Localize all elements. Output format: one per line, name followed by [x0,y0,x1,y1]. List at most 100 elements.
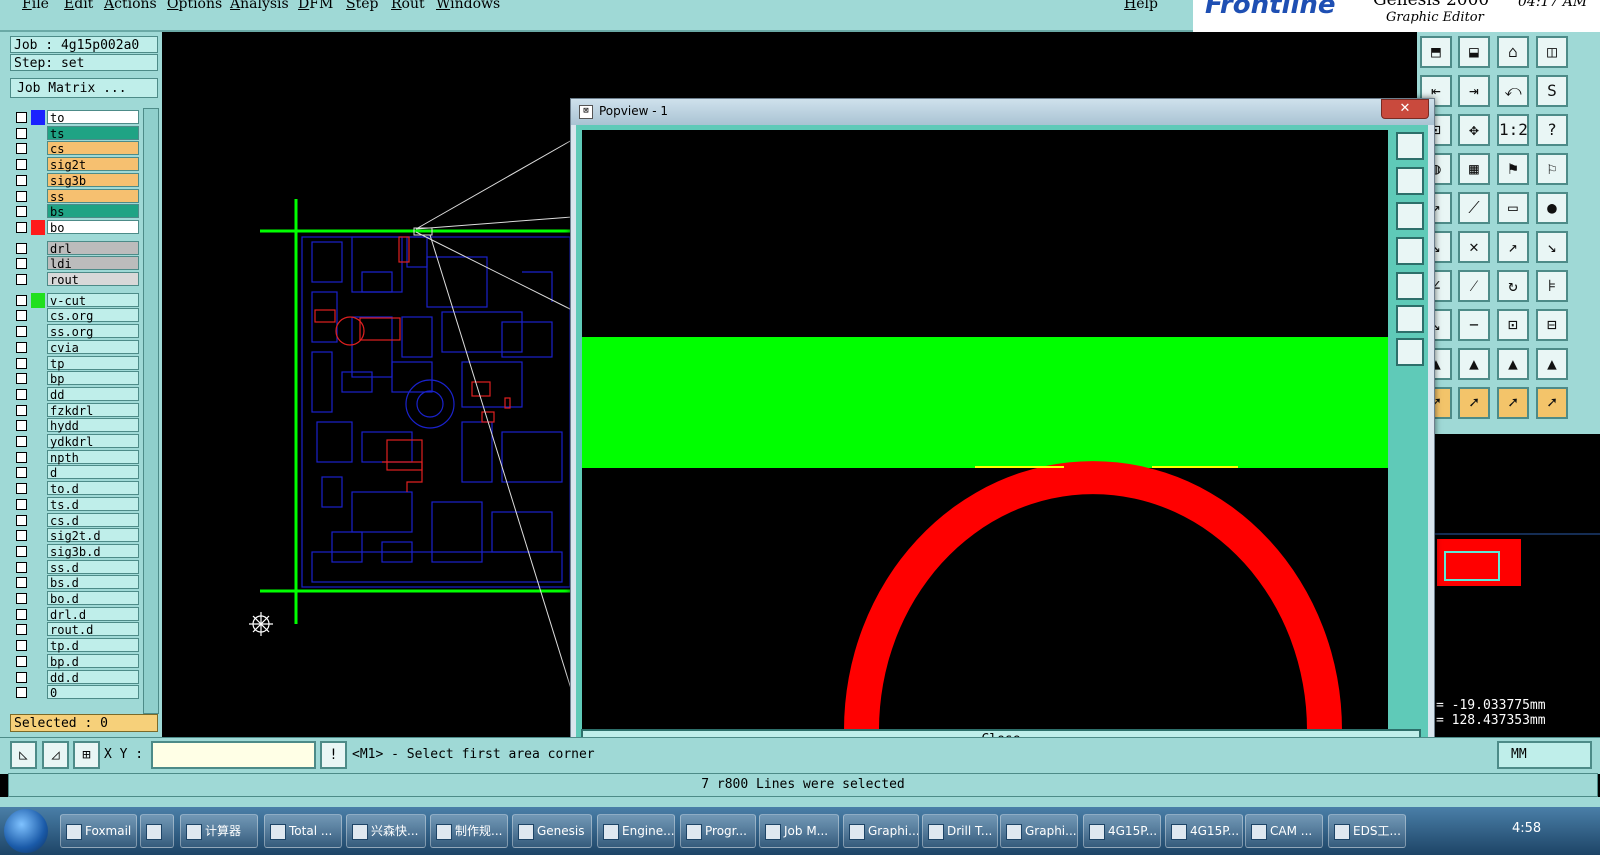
taskbar-item[interactable]: Total ... [264,814,342,848]
menu-help[interactable]: Help [1124,0,1158,12]
layer-checkbox[interactable] [16,561,27,573]
units-selector[interactable]: MM [1497,741,1592,769]
layer-name[interactable]: cs [47,141,139,156]
layer-row[interactable]: dd.d [10,669,150,685]
layer-checkbox[interactable] [16,420,27,432]
zoom-home-icon[interactable] [1396,132,1424,160]
layer-name[interactable]: rout [47,272,139,287]
arc-b-icon[interactable]: ▲ [1497,348,1529,380]
layer-name[interactable]: npth [47,449,139,465]
layer-checkbox[interactable] [16,127,27,139]
zoom-in-icon[interactable] [1396,167,1424,195]
measure-icon[interactable]: ⊡ [1497,309,1529,341]
layer-checkbox[interactable] [16,671,27,683]
layer-name[interactable]: ss.org [47,324,139,339]
layer-name[interactable]: v-cut [47,292,139,308]
layer-checkbox[interactable] [16,530,27,542]
taskbar-item[interactable]: Progr... [680,814,756,848]
taskbar-item[interactable]: Engine... [597,814,675,848]
layer-checkbox[interactable] [16,159,27,171]
layer-checkbox[interactable] [16,310,27,322]
layer-name[interactable]: sig2t.d [47,528,139,543]
layer-checkbox[interactable] [16,451,27,463]
layer-checkbox[interactable] [16,242,27,254]
layer-row[interactable]: npth [10,449,150,465]
layer-name[interactable]: drl [47,240,139,256]
layer-row[interactable]: to [10,110,150,125]
taskbar-item[interactable]: Graphi... [1000,814,1078,848]
layer-row[interactable]: fzkdrl [10,402,150,418]
layer-name[interactable]: cs.d [47,512,139,528]
taskbar-item[interactable]: CAM ... [1245,814,1323,848]
line-add-icon[interactable]: ⟋ [1458,192,1490,224]
scale-icon[interactable]: 1:2 [1497,114,1529,146]
cross-icon[interactable]: ✕ [1458,231,1490,263]
layer-name[interactable]: bo.d [47,591,139,606]
layer-name[interactable]: bs [47,204,139,219]
layer-row[interactable]: ss.d [10,559,150,575]
layer-name[interactable]: bo [47,219,139,235]
layer-name[interactable]: cs.org [47,308,139,323]
layer-name[interactable]: tp [47,355,139,371]
snap-icon[interactable]: ◿ [42,741,69,769]
layer-row[interactable]: ts [10,125,150,141]
layer-list-scrollbar[interactable] [143,108,159,714]
slash-icon[interactable]: ⁄ [1458,270,1490,302]
layer-row[interactable]: v-cut [10,292,150,308]
layer-name[interactable]: sig2t [47,157,139,172]
layer-name[interactable]: rout.d [47,622,139,637]
taskbar-item[interactable] [140,814,174,848]
home-icon[interactable]: ⌂ [1497,36,1529,68]
layer-row[interactable]: sig3b.d [10,543,150,559]
layer-checkbox[interactable] [16,608,27,620]
layer-name[interactable]: drl.d [47,606,139,622]
layer-row[interactable]: rout [10,272,150,287]
taskbar-item[interactable]: Graphi... [843,814,919,848]
layer-row[interactable]: sig2t [10,157,150,172]
layer-name[interactable]: bp.d [47,653,139,669]
layer-checkbox[interactable] [16,514,27,526]
layer-row[interactable]: to.d [10,481,150,496]
layer-name[interactable]: tp.d [47,638,139,653]
menu-analysis[interactable]: Analysis [230,0,289,12]
layer-row[interactable]: rout.d [10,622,150,637]
taskbar-item[interactable]: 计算器 [180,814,258,848]
layer-name[interactable]: fzkdrl [47,402,139,418]
undo-view-icon[interactable]: ⤺ [1497,75,1529,107]
menu-rout[interactable]: Rout [391,0,425,12]
minus-icon[interactable]: − [1458,309,1490,341]
layer-row[interactable]: tp.d [10,638,150,653]
fit-icon[interactable] [1396,305,1424,333]
layer-checkbox[interactable] [16,206,27,218]
pan-left-icon[interactable] [1396,237,1424,265]
layer-row[interactable]: bo [10,219,150,235]
close-icon[interactable]: ✕ [1381,99,1429,119]
layer-checkbox[interactable] [16,357,27,369]
fill-icon[interactable]: ⊧ [1536,270,1568,302]
menu-edit[interactable]: Edit [64,0,93,12]
layer-row[interactable]: cs.org [10,308,150,323]
alert-icon[interactable]: ! [320,741,347,769]
popview-canvas[interactable] [582,130,1388,730]
popview-titlebar[interactable]: ⊠ Popview - 1 ✕ [571,99,1434,125]
layer-checkbox[interactable] [16,373,27,385]
layer-name[interactable]: ldi [47,256,139,271]
split-icon[interactable]: ◫ [1536,36,1568,68]
arc-c-icon[interactable]: ▲ [1536,348,1568,380]
job-matrix-button[interactable]: Job Matrix ... [10,78,158,98]
arc-add-icon[interactable]: ↗ [1497,231,1529,263]
layer-name[interactable]: hydd [47,418,139,433]
layer-name[interactable]: dd [47,386,139,402]
menu-dfm[interactable]: DFM [298,0,333,12]
xy-input[interactable] [151,741,316,769]
layer-row[interactable]: ldi [10,256,150,271]
grid-icon[interactable]: ▦ [1458,153,1490,185]
taskbar-item[interactable]: 4G15P... [1083,814,1161,848]
layer-checkbox[interactable] [16,577,27,589]
layer-row[interactable]: bp [10,371,150,386]
layer-checkbox[interactable] [16,388,27,400]
layer-checkbox[interactable] [16,174,27,186]
layer-checkbox[interactable] [16,467,27,479]
move-up-icon[interactable]: ⬒ [1420,36,1452,68]
layer-row[interactable]: 0 [10,685,150,700]
